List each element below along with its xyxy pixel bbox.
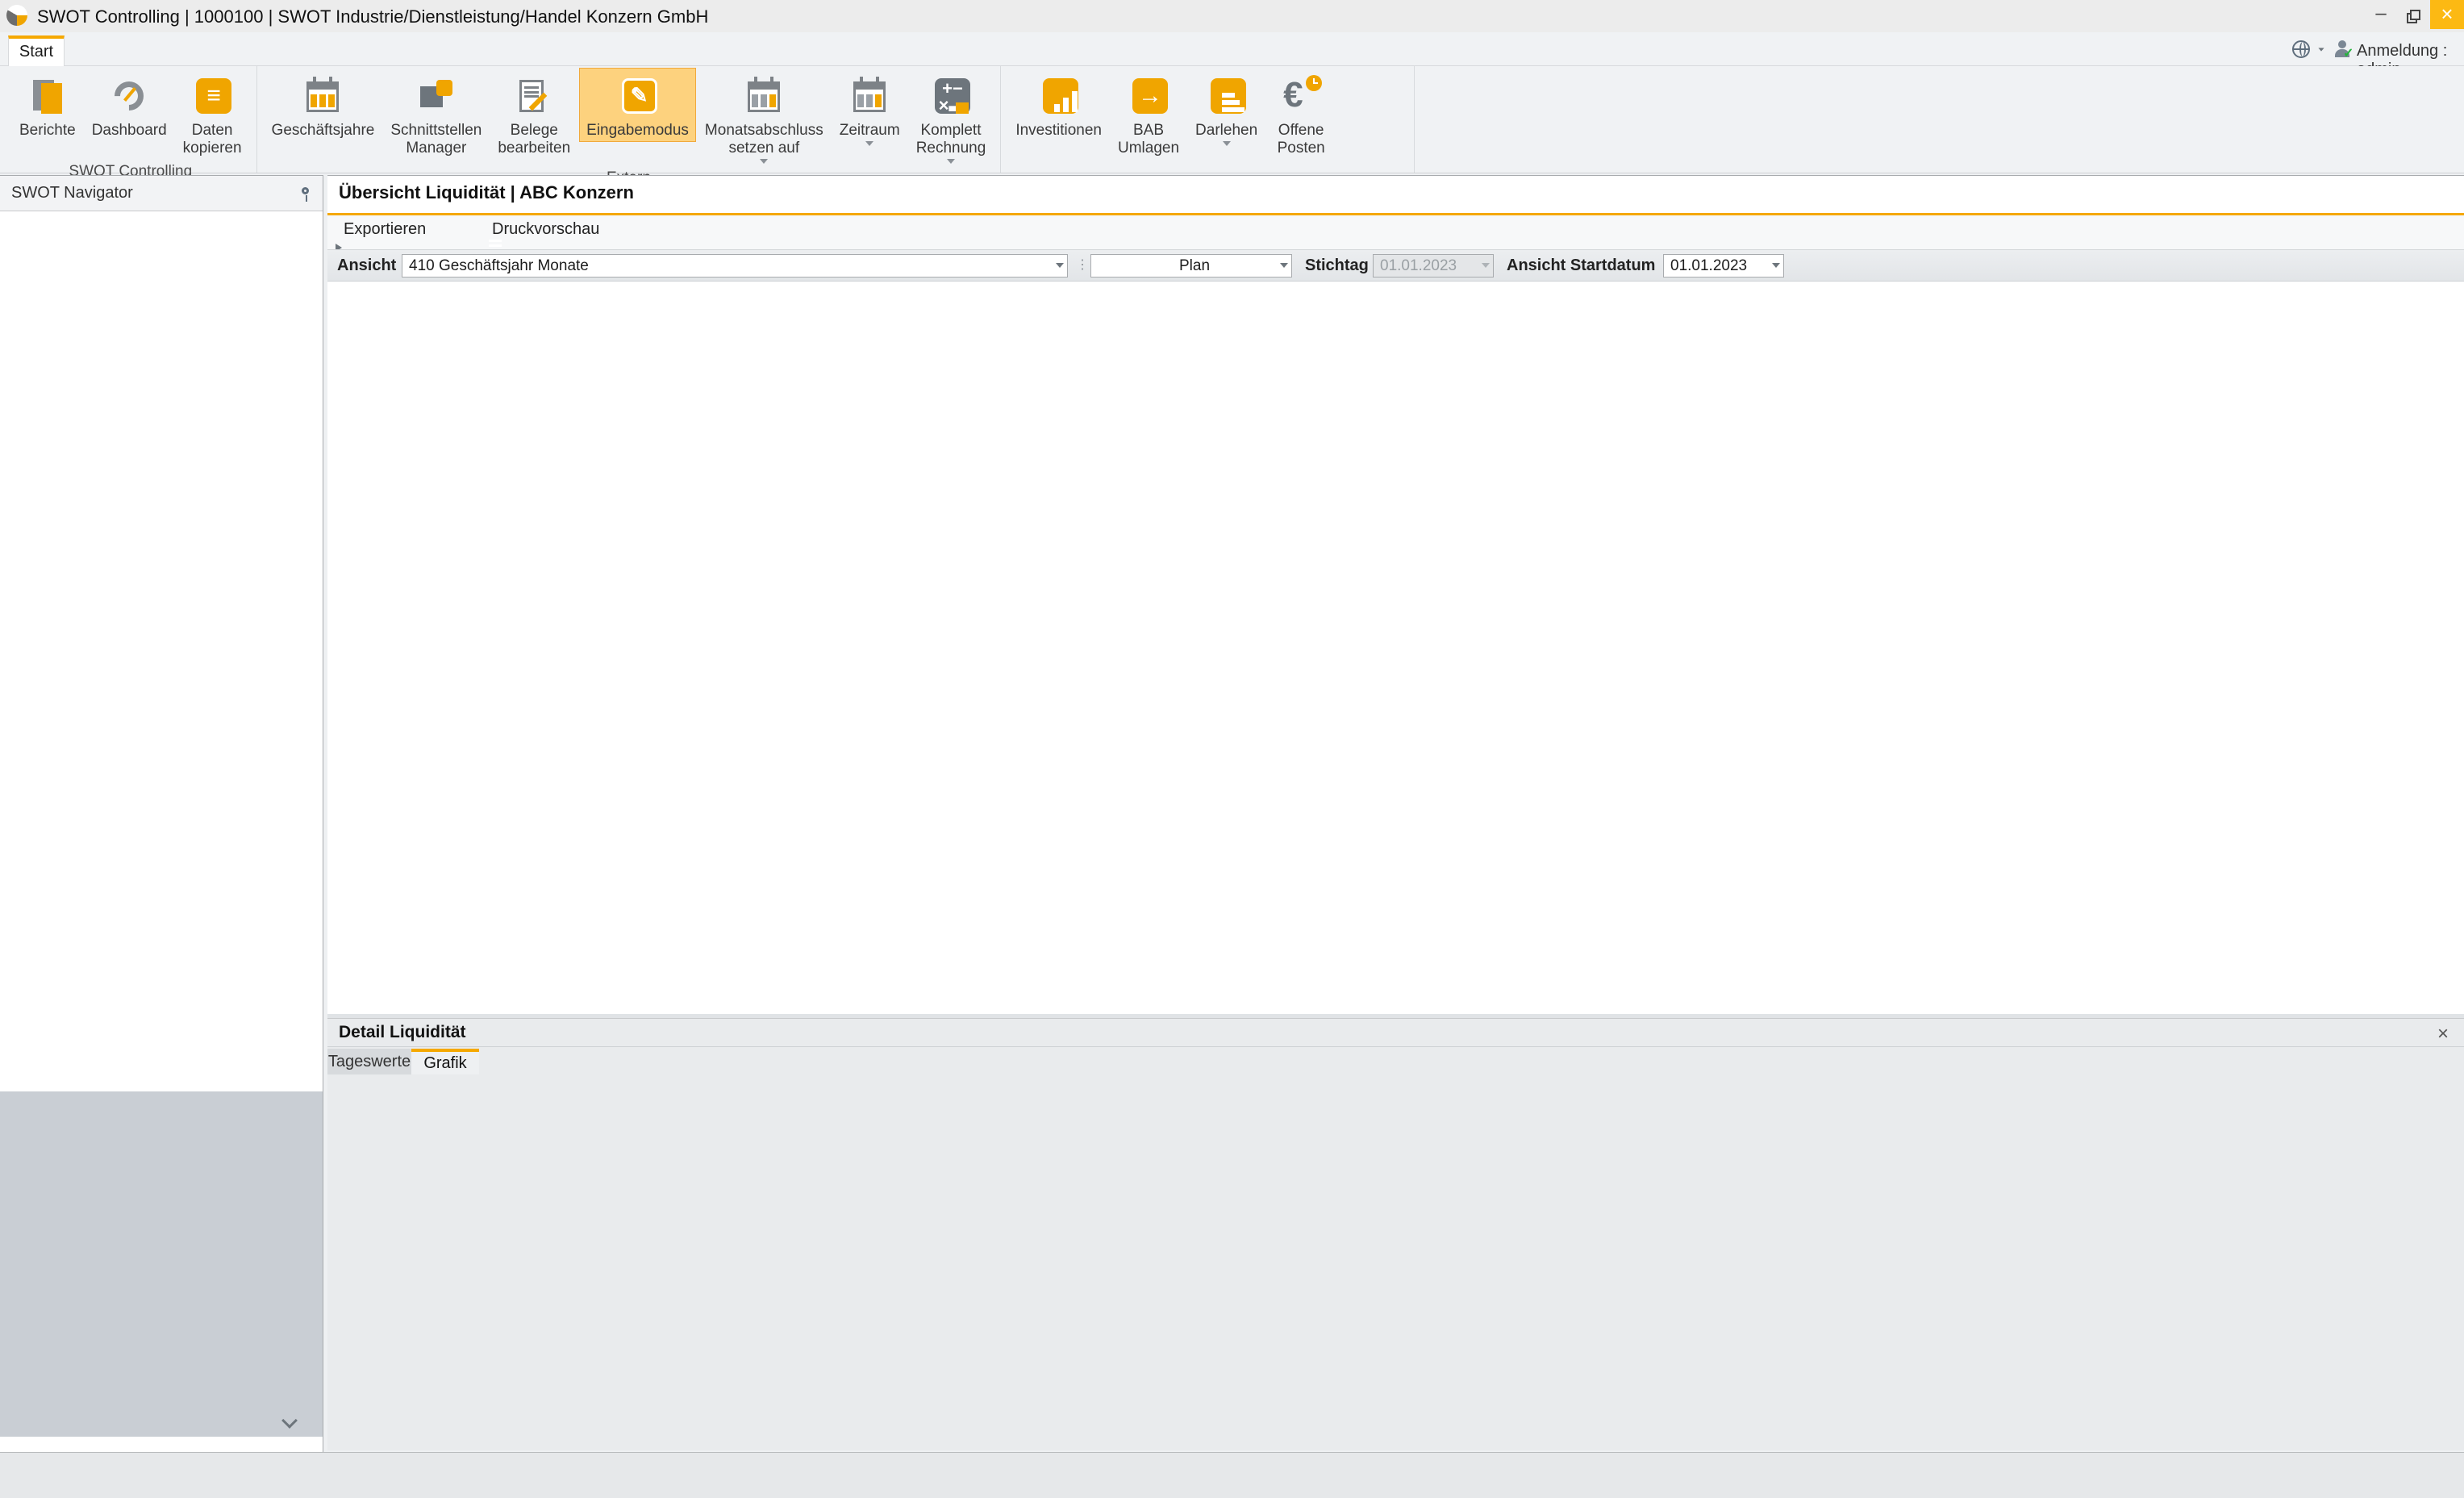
ribbon: BerichteDashboard≡Daten kopierenSWOT Con… (0, 66, 2464, 173)
open-items-icon: € (1278, 73, 1324, 119)
detail-rule (327, 1046, 2464, 1047)
close-button[interactable]: × (2430, 0, 2464, 29)
bab-icon: → (1126, 73, 1171, 119)
loans-icon (1204, 73, 1249, 119)
print-preview-button[interactable]: Druckvorschau (486, 220, 599, 244)
tab-grafik[interactable]: Grafik (411, 1049, 479, 1074)
input-mode-icon: ✎ (615, 73, 661, 119)
detail-close-icon[interactable]: × (2437, 1023, 2449, 1045)
ribbon-button-label: Belege bearbeiten (498, 122, 570, 157)
startdatum-label: Ansicht Startdatum (1507, 257, 1655, 275)
liquidity-chart (327, 1075, 2464, 1451)
ribbon-button-label: Darlehen (1195, 122, 1257, 140)
app-logo-icon (6, 5, 27, 26)
ribbon-button-label: BAB Umlagen (1118, 122, 1179, 157)
reports-icon (25, 73, 70, 119)
ribbon-button-bab-umlagen[interactable]: →BAB Umlagen (1111, 68, 1186, 160)
ribbon-button-label: Monatsabschluss setzen auf (705, 122, 823, 157)
user-icon: ✓ (2333, 40, 2353, 60)
detail-panel-title: Detail Liquidität (339, 1023, 466, 1042)
filter-row: Ansicht 410 Geschäftsjahr Monate ⋮ Plan … (327, 249, 2464, 282)
stichtag-date-field: 01.01.2023 (1373, 254, 1494, 277)
copy-data-icon: ≡ (190, 73, 235, 119)
status-bar (0, 1452, 2464, 1498)
ribbon-button-schnittstellen-manager[interactable]: Schnittstellen Manager (383, 68, 489, 160)
restore-button[interactable] (2399, 0, 2434, 29)
ribbon-button-label: Zeitraum (840, 122, 900, 140)
ribbon-button-gesch-ftsjahre[interactable]: Geschäftsjahre (265, 68, 382, 142)
dropdown-arrow-icon (865, 141, 873, 146)
ansicht-label: Ansicht (337, 257, 396, 275)
title-bar: SWOT Controlling | 1000100 | SWOT Indust… (0, 0, 2464, 32)
ribbon-group-swot-controlling: BerichteDashboard≡Daten kopierenSWOT Con… (5, 66, 257, 173)
ribbon-button-label: Daten kopieren (183, 122, 242, 157)
pin-icon[interactable] (298, 186, 313, 200)
export-button[interactable]: Exportieren (337, 220, 426, 244)
ribbon-group-detailpl-ne: Investitionen →BAB Umlagen Darlehen €Offene… (1001, 66, 1415, 173)
ribbon-button-debitorenanalyse[interactable] (1337, 68, 1407, 121)
ribbon-button-darlehen[interactable]: Darlehen (1188, 68, 1265, 148)
ribbon-button-label: Schnittstellen Manager (390, 122, 482, 157)
ribbon-button-belege-bearbeiten[interactable]: Belege bearbeiten (490, 68, 577, 160)
timeframe-icon (847, 73, 892, 119)
main-pane: Übersicht Liquidität | ABC Konzern Expor… (327, 175, 2464, 1014)
ribbon-button-monatsabschluss-setzen-auf[interactable]: Monatsabschluss setzen auf (698, 68, 831, 166)
scenario-select[interactable]: Plan (1090, 254, 1292, 277)
ribbon-button-label: Berichte (19, 122, 76, 140)
language-dropdown-icon[interactable] (2318, 48, 2324, 51)
module-list (0, 1091, 323, 1437)
ribbon-button-label: Eingabemodus (586, 122, 689, 140)
dropdown-arrow-icon (1223, 141, 1231, 146)
ribbon-button-dashboard[interactable]: Dashboard (85, 68, 174, 142)
dropdown-arrow-icon (760, 159, 768, 164)
ribbon-group-extern: Geschäftsjahre Schnittstellen Manager Bele… (257, 66, 1002, 173)
language-globe-icon[interactable] (2292, 40, 2310, 58)
calculation-icon: +− ×▬ (928, 73, 974, 119)
table-toolbar: Exportieren Druckvorschau (327, 215, 2464, 249)
ribbon-button-label: Offene Posten (1278, 122, 1325, 157)
detail-panel: Detail Liquidität × Tageswerte Grafik (327, 1018, 2464, 1450)
tab-tageswerte[interactable]: Tageswerte (327, 1049, 411, 1074)
ribbon-button-label: Investitionen (1015, 122, 1102, 140)
ribbon-button-investitionen[interactable]: Investitionen (1008, 68, 1109, 142)
minimize-button[interactable]: – (2363, 0, 2399, 29)
navigator-title: SWOT Navigator (11, 184, 133, 202)
tab-start[interactable]: Start (8, 35, 65, 66)
ribbon-button-label: Komplett Rechnung (916, 122, 986, 157)
ribbon-button-daten-kopieren[interactable]: ≡Daten kopieren (176, 68, 249, 160)
interfaces-icon (414, 73, 459, 119)
ribbon-button-label: Geschäftsjahre (272, 122, 375, 140)
debtor-analysis-icon (1349, 73, 1395, 119)
ribbon-button-eingabemodus[interactable]: ✎ Eingabemodus (579, 68, 696, 142)
investments-icon (1036, 73, 1082, 119)
window-title: SWOT Controlling | 1000100 | SWOT Indust… (37, 6, 708, 27)
page-title: Übersicht Liquidität | ABC Konzern (339, 182, 634, 203)
ribbon-button-komplett-rechnung[interactable]: +− ×▬Komplett Rechnung (909, 68, 994, 166)
ribbon-button-label: Dashboard (92, 122, 167, 140)
app-window: SWOT Controlling | 1000100 | SWOT Indust… (0, 0, 2464, 1498)
ansicht-select[interactable]: 410 Geschäftsjahr Monate (402, 254, 1068, 277)
filter-splitter[interactable]: ⋮ (1076, 257, 1090, 273)
dashboard-icon (106, 73, 152, 119)
ribbon-button-zeitraum[interactable]: Zeitraum (832, 68, 907, 148)
startdatum-date-field[interactable]: 01.01.2023 (1663, 254, 1784, 277)
month-close-icon (741, 73, 786, 119)
edit-documents-icon (511, 73, 557, 119)
ribbon-tab-row: Start ✓ Anmeldung : admin (0, 32, 2464, 66)
navigator-header: SWOT Navigator (0, 176, 323, 211)
ribbon-button-offene-posten[interactable]: €Offene Posten (1266, 68, 1336, 160)
dropdown-arrow-icon (947, 159, 955, 164)
stichtag-label: Stichtag (1305, 257, 1369, 275)
sidebar: SWOT Navigator ...... (0, 175, 323, 1452)
calendar-years-icon (300, 73, 345, 119)
ribbon-button-berichte[interactable]: Berichte (12, 68, 83, 142)
